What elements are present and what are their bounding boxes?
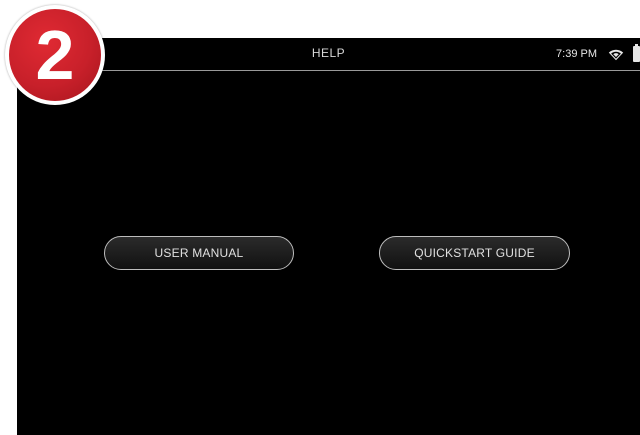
step-number: 2 — [9, 9, 101, 101]
quickstart-guide-button[interactable]: QUICKSTART GUIDE — [379, 236, 570, 270]
status-indicators: 7:39 PM — [556, 44, 640, 63]
quickstart-guide-label: QUICKSTART GUIDE — [414, 246, 535, 260]
step-number-badge: 2 — [5, 5, 105, 105]
user-manual-button[interactable]: USER MANUAL — [104, 236, 294, 270]
wifi-icon — [608, 49, 624, 61]
screen-title: HELP — [311, 46, 346, 60]
clock: 7:39 PM — [556, 48, 597, 60]
battery-icon — [633, 44, 640, 62]
device-screen: HELP 7:39 PM USER MANUAL QUICKSTART GUID… — [17, 38, 640, 435]
user-manual-label: USER MANUAL — [154, 246, 244, 260]
status-bar: HELP 7:39 PM — [17, 38, 640, 70]
help-screenshot: HELP 7:39 PM USER MANUAL QUICKSTART GUID… — [0, 0, 640, 435]
status-divider — [17, 70, 640, 71]
